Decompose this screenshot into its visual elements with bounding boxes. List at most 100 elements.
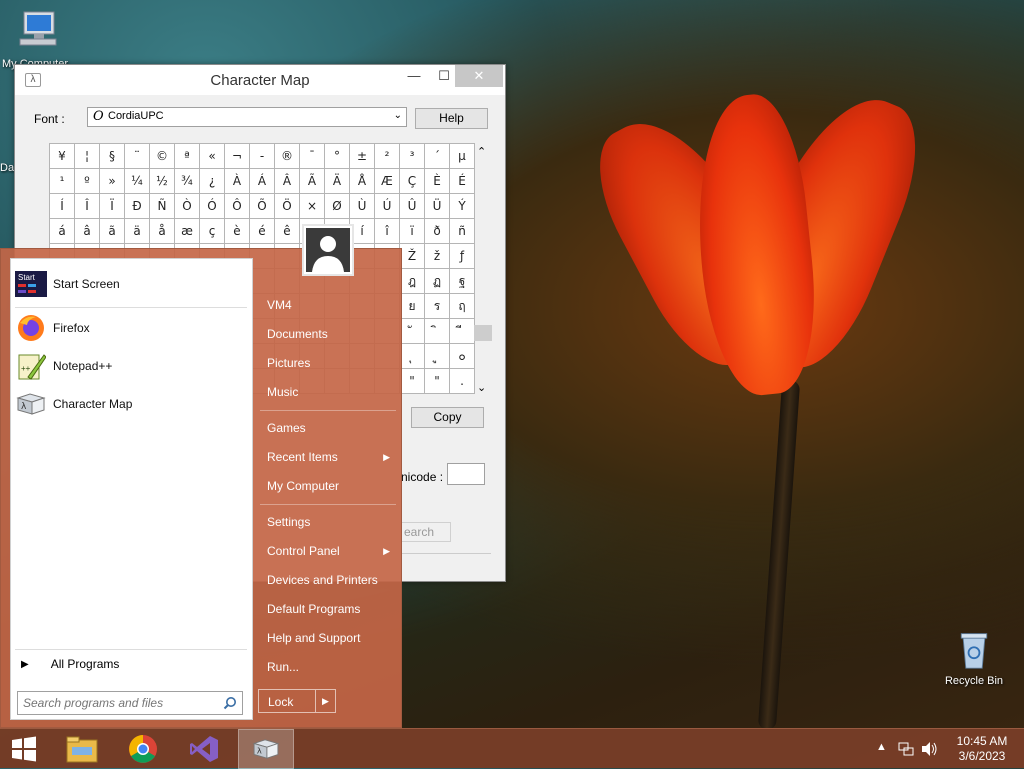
character-cell[interactable]: Ã [300,169,325,194]
character-cell[interactable]: ° [325,144,350,169]
taskbar-file-explorer[interactable] [54,729,110,769]
character-cell[interactable]: ñ [450,219,475,244]
scroll-thumb[interactable] [474,325,492,341]
taskbar-visual-studio[interactable] [176,729,232,769]
start-item-settings[interactable]: Settings [258,509,398,535]
search-button[interactable]: earch [401,522,451,542]
all-programs-button[interactable]: ▶ All Programs [17,657,119,671]
program-character-map[interactable]: λ Character Map [15,387,249,421]
character-cell[interactable]: ี [450,319,475,344]
unicode-field[interactable] [447,463,485,485]
character-cell[interactable]: ฤ [450,294,475,319]
character-cell[interactable]: " [400,369,425,394]
character-cell[interactable]: ð [425,219,450,244]
character-cell[interactable]: ย [400,294,425,319]
network-icon[interactable] [898,741,914,757]
search-input[interactable] [17,691,243,715]
volume-icon[interactable] [921,741,939,757]
character-cell[interactable]: ¥ [50,144,75,169]
character-cell[interactable]: Ž [400,244,425,269]
character-cell[interactable]: Ú [375,194,400,219]
character-cell[interactable]: ê [275,219,300,244]
character-cell[interactable]: × [300,194,325,219]
character-cell[interactable]: º [75,169,100,194]
character-cell[interactable]: Å [350,169,375,194]
grid-scrollbar[interactable]: ⌃ ⌄ [473,143,492,394]
character-cell[interactable]: ¼ [125,169,150,194]
character-cell[interactable]: ï [400,219,425,244]
character-cell[interactable]: Û [400,194,425,219]
search-icon[interactable] [223,696,237,710]
character-cell[interactable]: Ü [425,194,450,219]
character-cell[interactable]: Ï [100,194,125,219]
character-cell[interactable]: á [50,219,75,244]
character-cell[interactable]: ู [425,344,450,369]
copy-button[interactable]: Copy [411,407,484,428]
character-cell[interactable]: Â [275,169,300,194]
character-cell[interactable]: ฏ [425,269,450,294]
start-item-my-computer[interactable]: My Computer [258,473,398,499]
character-cell[interactable]: Î [75,194,100,219]
character-cell[interactable]: ¦ [75,144,100,169]
character-cell[interactable]: Ô [225,194,250,219]
character-cell[interactable]: ª [175,144,200,169]
start-item-pictures[interactable]: Pictures [258,350,398,376]
show-hidden-icons-button[interactable]: ▲ [876,741,887,753]
title-bar[interactable]: λ Character Map — ☐ ✕ [15,65,505,95]
system-clock[interactable]: 10:45 AM 3/6/2023 [952,734,1012,764]
character-cell[interactable]: . [450,369,475,394]
character-cell[interactable]: É [450,169,475,194]
font-dropdown[interactable]: O CordiaUPC ⌄ [87,107,407,127]
character-cell[interactable]: Ç [400,169,425,194]
character-cell[interactable]: ž [425,244,450,269]
character-cell[interactable]: À [225,169,250,194]
character-cell[interactable]: ã [100,219,125,244]
start-item-vm4[interactable]: VM4 [258,292,398,318]
start-button[interactable] [0,729,48,769]
taskbar-character-map[interactable]: λ [238,729,294,769]
taskbar-chrome[interactable] [115,729,171,769]
character-cell[interactable]: Ò [175,194,200,219]
character-cell[interactable]: Æ [375,169,400,194]
start-item-documents[interactable]: Documents [258,321,398,347]
start-item-music[interactable]: Music [258,379,398,405]
character-cell[interactable]: ä [125,219,150,244]
program-start-screen[interactable]: Start Start Screen [15,267,249,301]
close-button[interactable]: ✕ [455,65,503,87]
character-cell[interactable]: æ [175,219,200,244]
program-notepad-plus-plus[interactable]: ++ Notepad++ [15,349,249,383]
start-item-help-and-support[interactable]: Help and Support [258,625,398,651]
character-cell[interactable]: ƒ [450,244,475,269]
start-item-recent-items[interactable]: Recent Items ▶ [258,444,398,470]
character-cell[interactable]: Í [50,194,75,219]
character-cell[interactable]: ั [400,319,425,344]
character-cell[interactable]: Ø [325,194,350,219]
character-cell[interactable]: ¿ [200,169,225,194]
start-item-default-programs[interactable]: Default Programs [258,596,398,622]
character-cell[interactable]: - [250,144,275,169]
character-cell[interactable]: ³ [400,144,425,169]
character-cell[interactable]: È [425,169,450,194]
character-cell[interactable]: ฎ [400,269,425,294]
character-cell[interactable]: µ [450,144,475,169]
character-cell[interactable]: Ñ [150,194,175,219]
character-cell[interactable]: é [250,219,275,244]
help-button[interactable]: Help [415,108,488,129]
character-cell[interactable]: Á [250,169,275,194]
character-cell[interactable]: Ä [325,169,350,194]
character-cell[interactable]: § [100,144,125,169]
character-cell[interactable]: » [100,169,125,194]
character-cell[interactable]: Õ [250,194,275,219]
character-cell[interactable]: Ð [125,194,150,219]
character-cell[interactable]: « [200,144,225,169]
desktop-icon-recycle-bin[interactable]: Recycle Bin [938,630,1010,687]
start-item-control-panel[interactable]: Control Panel ▶ [258,538,398,564]
character-cell[interactable]: ½ [150,169,175,194]
character-cell[interactable]: ¹ [50,169,75,194]
character-cell[interactable]: ¯ [300,144,325,169]
character-cell[interactable]: è [225,219,250,244]
character-cell[interactable]: ç [200,219,225,244]
character-cell[interactable]: ± [350,144,375,169]
character-cell[interactable]: ุ [400,344,425,369]
character-cell[interactable]: å [150,219,175,244]
